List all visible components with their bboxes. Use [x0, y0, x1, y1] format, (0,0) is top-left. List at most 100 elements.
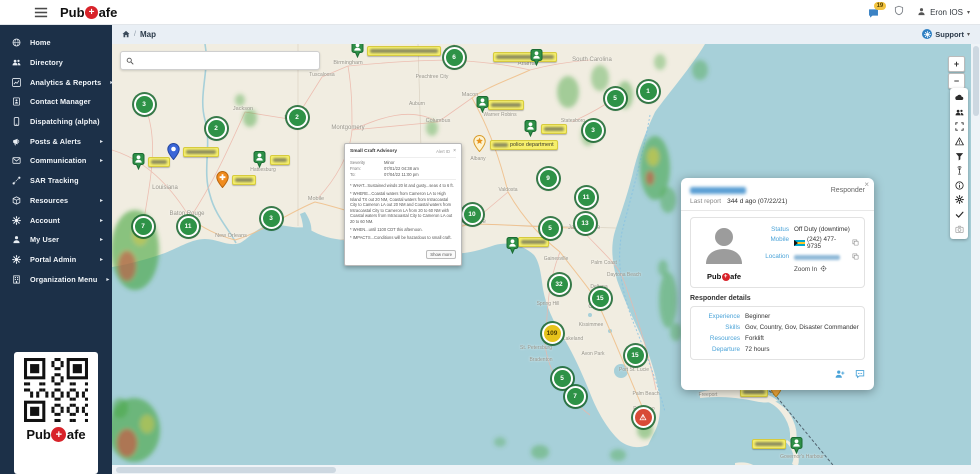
sidebar-item-account[interactable]: Account ▸: [0, 210, 112, 230]
map-unit-label[interactable]: police department: [490, 140, 558, 150]
map-unit-label[interactable]: [518, 237, 549, 247]
sidebar-item-my-user[interactable]: My User ▸: [0, 230, 112, 250]
medical-pin[interactable]: [215, 171, 229, 188]
map-unit-label[interactable]: [752, 439, 786, 449]
sidebar-item-resources[interactable]: Resources ▸: [0, 191, 112, 211]
gear-button[interactable]: [950, 193, 968, 207]
antenna-button[interactable]: [950, 164, 968, 178]
cluster-marker[interactable]: ⚠: [632, 406, 654, 428]
breadcrumb: / Map: [122, 25, 156, 43]
cluster-marker[interactable]: 5: [604, 87, 626, 109]
map-city-label: Birmingham: [333, 60, 363, 66]
zoom-in-link[interactable]: Zoom In: [794, 265, 827, 274]
responder-pin[interactable]: [132, 153, 145, 170]
map-canvas[interactable]: Birmingham Tuscaloosa Peachtree City Atlant…: [112, 44, 971, 465]
scrollbar-thumb[interactable]: [972, 46, 979, 116]
menu-button[interactable]: [34, 6, 48, 18]
cluster-marker[interactable]: 2: [286, 106, 308, 128]
responder-pin[interactable]: [253, 151, 266, 168]
cluster-marker[interactable]: 7: [564, 385, 586, 407]
copy-icon[interactable]: [852, 253, 859, 262]
support-menu[interactable]: Support ▾: [922, 29, 970, 39]
warning-button[interactable]: [950, 135, 968, 149]
contacts-icon: [12, 97, 21, 106]
cluster-marker[interactable]: 15: [624, 344, 646, 366]
cluster-marker[interactable]: 11: [177, 215, 199, 237]
map-unit-label[interactable]: [367, 46, 441, 56]
map-unit-label[interactable]: [488, 100, 524, 110]
camera-button[interactable]: [950, 222, 968, 236]
cluster-marker[interactable]: 32: [548, 273, 570, 295]
target-icon: [820, 265, 827, 274]
chevron-right-icon: ▸: [99, 138, 103, 145]
sidebar-item-portal-admin[interactable]: Portal Admin ▸: [0, 250, 112, 270]
team-button[interactable]: [950, 106, 968, 120]
copy-icon[interactable]: [852, 239, 859, 248]
cluster-marker[interactable]: 3: [260, 207, 282, 229]
horizontal-scrollbar[interactable]: [112, 465, 980, 474]
close-icon[interactable]: ×: [864, 180, 869, 189]
mobile-user-pin[interactable]: [166, 143, 180, 160]
cluster-marker[interactable]: 5: [551, 367, 573, 389]
responder-pin[interactable]: [476, 96, 489, 113]
show-more-button[interactable]: Show more: [426, 249, 456, 259]
cluster-marker[interactable]: 6: [443, 46, 465, 68]
sidebar-item-analytics-reports[interactable]: Analytics & Reports ▸: [0, 72, 113, 92]
cluster-marker[interactable]: 11: [575, 186, 597, 208]
alert-field-value: 07/01/22 04:38 am: [384, 166, 419, 171]
cloud-button[interactable]: [950, 91, 968, 105]
cluster-marker[interactable]: 15: [589, 287, 611, 309]
cluster-marker[interactable]: 2: [205, 117, 227, 139]
mobile-label: Mobile: [770, 236, 789, 243]
shield-icon[interactable]: [894, 3, 904, 21]
sidebar-item-posts-alerts[interactable]: Posts & Alerts ▸: [0, 131, 112, 151]
sidebar-item-sar-tracking[interactable]: SAR Tracking: [0, 171, 112, 191]
scrollbar-thumb[interactable]: [116, 466, 336, 473]
user-menu[interactable]: Eron IOS ▾: [917, 7, 970, 18]
home-icon[interactable]: [122, 25, 130, 43]
sidebar-item-contact-manager[interactable]: Contact Manager: [0, 92, 112, 112]
responder-pin[interactable]: [524, 120, 537, 137]
sidebar-item-directory[interactable]: Directory: [0, 53, 112, 73]
cluster-marker[interactable]: 7: [132, 215, 154, 237]
cluster-marker[interactable]: 3: [133, 93, 155, 115]
sidebar-item-organization-menu[interactable]: Organization Menu ▸: [0, 269, 112, 289]
chat-icon[interactable]: [855, 366, 865, 384]
responder-pin[interactable]: [530, 49, 543, 66]
cluster-marker[interactable]: 109: [541, 322, 563, 344]
responder-pin[interactable]: [351, 44, 364, 58]
zoom-in-button[interactable]: +: [948, 56, 965, 72]
sidebar-item-label: Home: [30, 38, 51, 48]
cluster-marker[interactable]: 1: [637, 80, 659, 102]
responder-pin[interactable]: [790, 437, 803, 454]
sidebar-item-dispatching-alpha[interactable]: Dispatching (alpha): [0, 112, 112, 132]
cluster-marker[interactable]: 9: [537, 167, 559, 189]
responder-pin[interactable]: [506, 237, 519, 254]
sidebar-item-communication[interactable]: Communication ▸: [0, 151, 112, 171]
selection-button[interactable]: [950, 120, 968, 134]
cluster-marker[interactable]: 10: [461, 203, 483, 225]
map-unit-label[interactable]: [232, 175, 256, 185]
search-input[interactable]: [138, 56, 314, 65]
cluster-marker[interactable]: 13: [574, 212, 596, 234]
poi-star-pin[interactable]: [472, 135, 486, 152]
map-unit-label[interactable]: [541, 124, 567, 134]
add-user-icon[interactable]: [835, 366, 845, 384]
filter-button[interactable]: [950, 149, 968, 163]
cluster-marker[interactable]: 5: [539, 217, 561, 239]
map-unit-label[interactable]: [183, 147, 219, 157]
info-button[interactable]: [950, 179, 968, 193]
check-button[interactable]: [950, 208, 968, 222]
close-icon[interactable]: ×: [453, 148, 456, 154]
responder-name-redacted[interactable]: [690, 187, 746, 194]
cluster-marker[interactable]: 3: [582, 119, 604, 141]
map-unit-label[interactable]: [270, 155, 290, 165]
map-city-label: Louisiana: [152, 185, 178, 191]
zoom-out-button[interactable]: −: [948, 73, 965, 89]
location-label: Location: [765, 253, 789, 260]
sidebar-item-home[interactable]: Home: [0, 33, 112, 53]
phone-icon: [12, 117, 21, 126]
vertical-scrollbar[interactable]: [971, 44, 980, 465]
map-unit-label[interactable]: [493, 52, 557, 62]
messages-button[interactable]: 19: [868, 2, 886, 18]
